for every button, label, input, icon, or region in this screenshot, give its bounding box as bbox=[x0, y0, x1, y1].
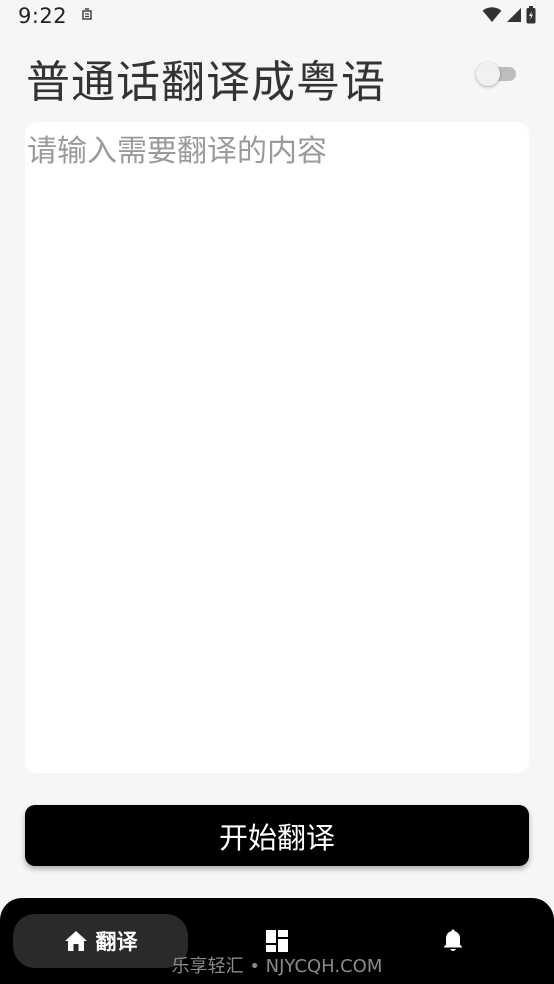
translation-input[interactable] bbox=[25, 122, 529, 773]
bottom-nav: 翻译 bbox=[0, 898, 554, 984]
dashboard-icon bbox=[266, 930, 288, 952]
start-translate-label: 开始翻译 bbox=[218, 820, 335, 855]
status-bar: 9:22 bbox=[0, 0, 554, 32]
page-title: 普通话翻译成粤语 bbox=[26, 57, 386, 108]
nav-item-notifications[interactable] bbox=[440, 928, 466, 954]
mode-toggle[interactable] bbox=[476, 62, 516, 86]
bell-icon bbox=[443, 929, 463, 951]
notification-icon bbox=[82, 8, 92, 20]
nav-item-translate[interactable]: 翻译 bbox=[13, 914, 188, 968]
input-card bbox=[25, 122, 529, 773]
start-translate-button[interactable]: 开始翻译 bbox=[25, 805, 529, 866]
nav-label-translate: 翻译 bbox=[95, 930, 138, 954]
wifi-icon bbox=[482, 7, 502, 22]
battery-icon bbox=[526, 6, 536, 24]
status-icons bbox=[482, 6, 536, 24]
nav-item-dashboard[interactable] bbox=[264, 928, 290, 954]
status-time: 9:22 bbox=[18, 4, 68, 28]
home-icon bbox=[64, 931, 87, 951]
toggle-thumb bbox=[476, 62, 500, 86]
signal-icon bbox=[507, 8, 521, 22]
